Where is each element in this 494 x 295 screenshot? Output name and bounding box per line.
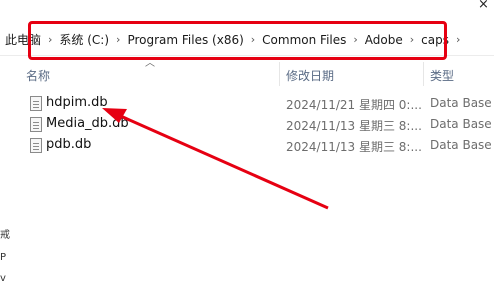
address-bar[interactable]: 此电脑 › 系统 (C:) › Program Files (x86) › Co… bbox=[0, 23, 494, 56]
file-type: Data Base bbox=[430, 117, 492, 131]
chevron-right-icon[interactable]: › bbox=[48, 33, 52, 46]
file-icon bbox=[30, 117, 42, 132]
chevron-right-icon[interactable]: › bbox=[116, 33, 120, 46]
file-type: Data Base bbox=[430, 96, 492, 110]
column-type-header[interactable]: 类型 bbox=[430, 67, 454, 84]
file-modified: 2024/11/13 星期三 8:... bbox=[286, 119, 422, 133]
close-icon[interactable]: × bbox=[478, 0, 489, 12]
breadcrumb-adobe[interactable]: Adobe bbox=[364, 33, 404, 47]
file-name: hdpim.db bbox=[46, 95, 108, 110]
file-row[interactable]: hdpim.db 2024/11/21 星期四 0:... Data Base bbox=[22, 94, 494, 114]
breadcrumb-common-files[interactable]: Common Files bbox=[261, 33, 347, 47]
file-modified: 2024/11/21 星期四 0:... bbox=[286, 98, 422, 112]
title-bar: × bbox=[0, 0, 494, 22]
file-icon bbox=[30, 138, 42, 153]
breadcrumb-program-files-x86[interactable]: Program Files (x86) bbox=[126, 33, 244, 47]
chevron-right-icon[interactable]: › bbox=[456, 33, 460, 46]
chevron-right-icon[interactable]: › bbox=[353, 33, 357, 46]
breadcrumb-caps[interactable]: caps bbox=[420, 33, 450, 47]
breadcrumb: 此电脑 › 系统 (C:) › Program Files (x86) › Co… bbox=[4, 31, 466, 48]
file-icon bbox=[30, 96, 42, 111]
left-pane-fragment: v bbox=[0, 273, 6, 284]
left-pane-fragment: 戒 bbox=[0, 230, 10, 241]
file-row[interactable]: Media_db.db 2024/11/13 星期三 8:... Data Ba… bbox=[22, 115, 494, 135]
file-name: pdb.db bbox=[46, 137, 92, 152]
column-header: 名称 修改日期 类型 bbox=[22, 62, 494, 86]
file-name: Media_db.db bbox=[46, 116, 129, 131]
file-type: Data Base bbox=[430, 138, 492, 152]
file-row[interactable]: pdb.db 2024/11/13 星期三 8:... Data Base bbox=[22, 136, 494, 156]
chevron-right-icon[interactable]: › bbox=[410, 33, 414, 46]
column-divider[interactable] bbox=[279, 62, 280, 86]
left-pane-fragment: P bbox=[0, 252, 7, 263]
chevron-right-icon[interactable]: › bbox=[251, 33, 255, 46]
column-modified-header[interactable]: 修改日期 bbox=[286, 67, 334, 84]
file-modified: 2024/11/13 星期三 8:... bbox=[286, 140, 422, 154]
column-name-header[interactable]: 名称 bbox=[26, 67, 50, 84]
column-divider[interactable] bbox=[423, 62, 424, 86]
breadcrumb-system-c[interactable]: 系统 (C:) bbox=[58, 31, 110, 48]
breadcrumb-this-pc[interactable]: 此电脑 bbox=[4, 31, 42, 48]
